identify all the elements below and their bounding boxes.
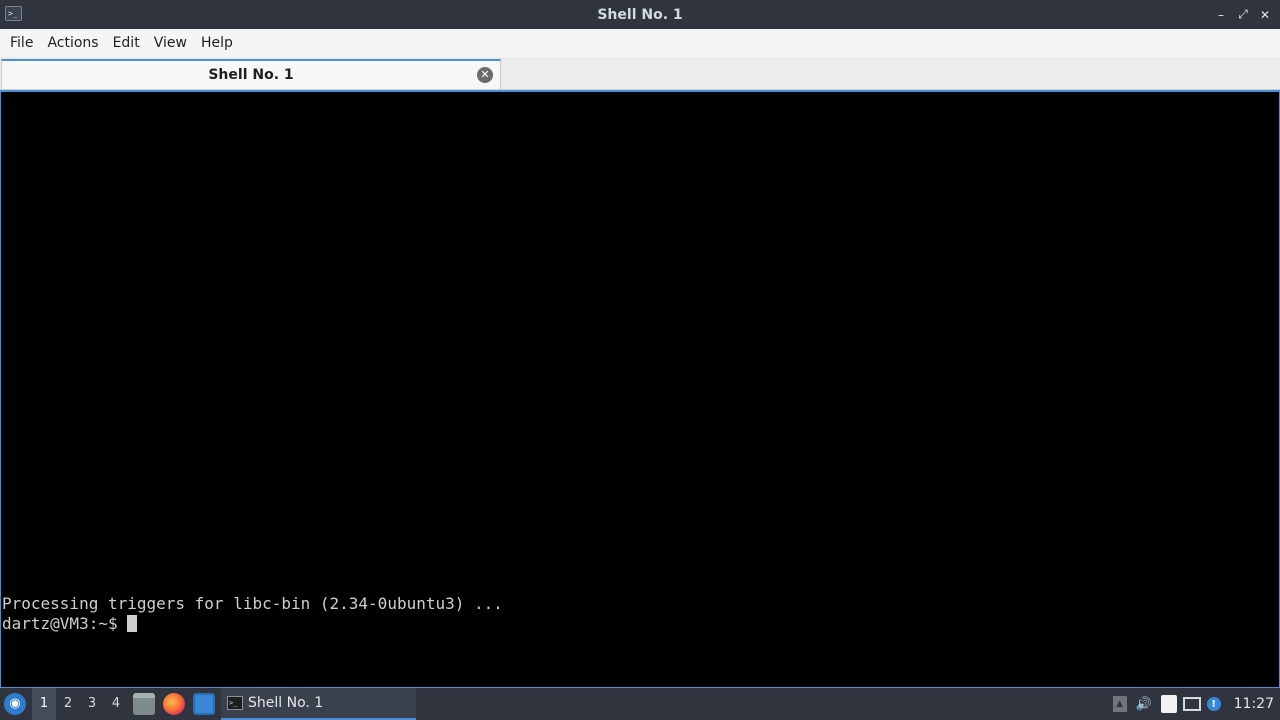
terminal-output: Processing triggers for libc-bin (2.34-0… (2, 594, 503, 634)
terminal-line: Processing triggers for libc-bin (2.34-0… (2, 594, 503, 613)
window-title: Shell No. 1 (597, 6, 683, 23)
tab-label: Shell No. 1 (208, 67, 294, 83)
menu-edit[interactable]: Edit (106, 29, 147, 57)
system-tray: ▲ 🔊 ! 11:27 (1110, 688, 1280, 720)
tab-bar: Shell No. 1 ✕ (0, 57, 1280, 90)
minimize-button[interactable]: – (1212, 6, 1230, 24)
desktop-2-button[interactable]: 2 (56, 688, 80, 720)
menu-view[interactable]: View (147, 29, 194, 57)
menu-help[interactable]: Help (194, 29, 240, 57)
desktop-1-button[interactable]: 1 (32, 688, 56, 720)
tab-shell-1[interactable]: Shell No. 1 ✕ (1, 59, 501, 89)
terminal-prompt-line: dartz@VM3:~$ (2, 614, 503, 634)
file-manager-icon[interactable] (133, 693, 155, 715)
desktop-3-button[interactable]: 3 (80, 688, 104, 720)
window-controls: – ⤢ ✕ (1212, 0, 1274, 29)
taskbar-task-shell[interactable]: >_ Shell No. 1 (221, 688, 416, 720)
firefox-icon[interactable] (163, 693, 185, 715)
taskbar: ◉ 1 2 3 4 >_ Shell No. 1 ▲ 🔊 ! 11:27 (0, 688, 1280, 720)
tray-expand-icon[interactable]: ▲ (1112, 696, 1127, 712)
terminal-prompt: dartz@VM3:~$ (2, 614, 128, 633)
maximize-button[interactable]: ⤢ (1234, 6, 1252, 24)
menu-actions[interactable]: Actions (40, 29, 105, 57)
window-titlebar[interactable]: >_ Shell No. 1 – ⤢ ✕ (0, 0, 1280, 29)
menu-file[interactable]: File (3, 29, 40, 57)
volume-icon[interactable]: 🔊 (1133, 695, 1155, 713)
terminal-view[interactable]: Processing triggers for libc-bin (2.34-0… (0, 90, 1280, 688)
terminal-icon: >_ (227, 696, 243, 710)
close-button[interactable]: ✕ (1256, 6, 1274, 24)
task-label: Shell No. 1 (248, 695, 324, 711)
terminal-icon[interactable]: >_ (5, 6, 22, 21)
update-notifier-icon[interactable]: ! (1206, 697, 1221, 711)
close-circle-icon[interactable]: ✕ (477, 67, 493, 83)
terminal-cursor (127, 615, 138, 632)
network-icon[interactable] (1182, 697, 1201, 711)
clock[interactable]: 11:27 (1234, 696, 1274, 712)
lxqt-start-icon[interactable]: ◉ (4, 693, 26, 715)
clipboard-icon[interactable] (1160, 695, 1177, 713)
show-desktop-icon[interactable] (193, 693, 215, 715)
menu-bar: File Actions Edit View Help (0, 29, 1280, 57)
desktop-4-button[interactable]: 4 (104, 688, 128, 720)
desktop-switcher: 1 2 3 4 (32, 688, 128, 720)
quick-launch (133, 688, 215, 720)
